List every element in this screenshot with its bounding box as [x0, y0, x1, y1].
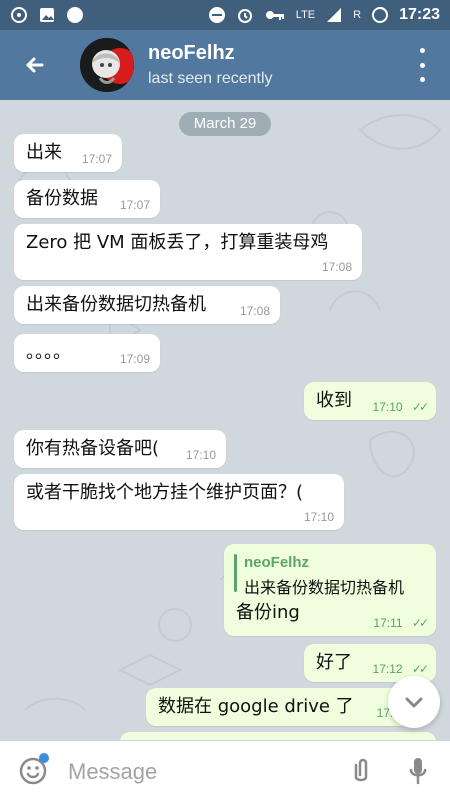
message-bubble[interactable]: Zero 把 VM 面板丢了，打算重装母鸡 17:08	[14, 224, 362, 280]
message-text: 你有热备设备吧(	[26, 438, 160, 459]
read-ticks-icon: ✓✓	[411, 662, 429, 676]
more-vert-icon[interactable]	[412, 48, 432, 82]
status-bar: LTE R 17:23	[0, 0, 450, 30]
message-time: 17:07	[119, 198, 150, 212]
message-text: 备份ing	[236, 602, 300, 623]
message-time: 17:07	[81, 152, 112, 166]
message-bubble[interactable]: 。。。。 17:09	[14, 334, 160, 372]
message-bubble[interactable]: 收到 17:10 ✓✓	[304, 382, 436, 420]
message-text: 或者干脆找个地方挂个维护页面？(	[26, 482, 304, 503]
message-time: 17:10	[303, 510, 334, 524]
message-time-value: 17:11	[373, 616, 403, 630]
message-text: Zero 把 VM 面板丢了，打算重装母鸡	[26, 232, 329, 253]
message-input[interactable]	[66, 755, 340, 789]
date-pill: March 29	[179, 112, 271, 136]
status-time: 17:23	[399, 6, 440, 23]
message-time: 17:08	[239, 304, 270, 318]
message-bubble[interactable]: 备份数据 17:07	[14, 180, 160, 218]
chat-title[interactable]: neoFelhz	[148, 42, 235, 65]
message-time: 17:09	[119, 352, 150, 366]
quote-text: 出来备份数据切热备机	[244, 578, 405, 597]
message-time-value: 17:10	[372, 400, 403, 414]
message-text: 。。。。	[26, 342, 71, 363]
message-text: 数据在 google drive 了	[158, 696, 354, 717]
status-left-icons	[10, 6, 84, 24]
reply-message-bubble[interactable]: neoFelhz 出来备份数据切热备机 备份ing 17:11 ✓✓	[224, 544, 436, 636]
message-time: 17:10	[185, 448, 216, 462]
battery-icon	[372, 7, 389, 23]
chevron-down-icon	[405, 697, 423, 708]
message-bubble[interactable]: 出来 17:07	[14, 134, 122, 172]
alarm-icon	[237, 9, 252, 23]
message-bubble[interactable]: 数据在 google drive 了 17:1	[146, 688, 410, 726]
circle-icon	[67, 7, 83, 23]
message-time: 17:11 ✓✓	[373, 616, 429, 630]
chat-header: neoFelhz last seen recently	[0, 30, 450, 100]
key-icon	[265, 11, 284, 20]
quote-author: neoFelhz	[244, 554, 310, 571]
chat-subtitle: last seen recently	[148, 70, 273, 87]
message-text: 出来备份数据切热备机	[26, 294, 206, 315]
message-bubble[interactable]: 出来备份数据切热备机 17:08	[14, 286, 280, 324]
quote-bar	[234, 554, 237, 592]
message-time: 17:08	[321, 260, 352, 274]
read-ticks-icon: ✓✓	[411, 400, 429, 414]
message-input-bar	[0, 740, 450, 800]
network-label: LTE	[295, 9, 316, 21]
image-icon	[40, 8, 54, 22]
status-right-icons: LTE R 17:23	[208, 6, 440, 24]
paperclip-icon[interactable]	[346, 755, 376, 787]
notification-dot	[39, 753, 49, 763]
message-text: 好了	[316, 652, 352, 673]
chat-area[interactable]: March 29 出来 17:07 备份数据 17:07 Zero 把 VM 面…	[0, 100, 450, 740]
read-ticks-icon: ✓✓	[411, 616, 429, 630]
message-text: 收到	[316, 390, 352, 411]
message-text: 备份数据	[26, 188, 98, 209]
sim-label: R	[353, 9, 362, 21]
do-not-disturb-icon	[208, 7, 225, 23]
message-text: 出来	[26, 142, 62, 163]
signal-icon	[327, 8, 342, 22]
message-time: 17:12 ✓✓	[372, 662, 430, 676]
settings-icon	[11, 7, 27, 23]
avatar[interactable]	[80, 38, 134, 92]
mic-icon[interactable]	[408, 755, 428, 787]
message-bubble-partial	[120, 732, 436, 740]
message-bubble[interactable]: 或者干脆找个地方挂个维护页面？( 17:10	[14, 474, 344, 530]
message-bubble[interactable]: 你有热备设备吧( 17:10	[14, 430, 226, 468]
message-time-value: 17:12	[372, 662, 403, 676]
scroll-down-button[interactable]	[388, 676, 440, 728]
message-time: 17:10 ✓✓	[372, 400, 430, 414]
back-arrow-icon[interactable]	[18, 47, 54, 83]
